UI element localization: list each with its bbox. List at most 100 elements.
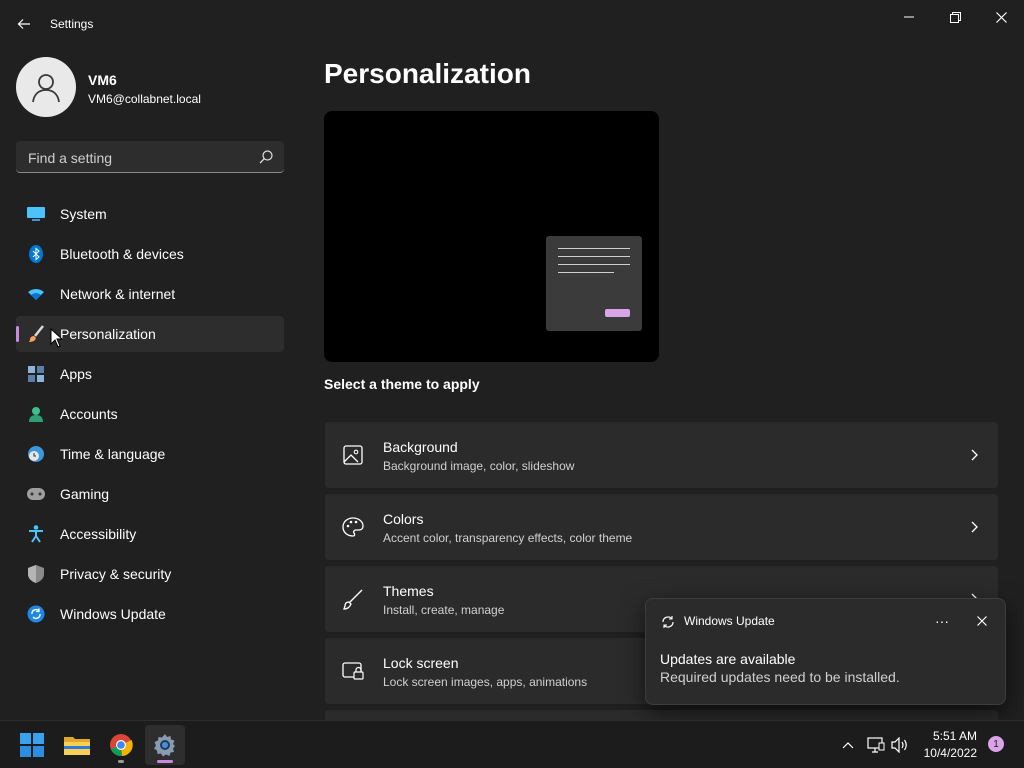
search-box[interactable] — [16, 141, 284, 173]
card-title: Colors — [383, 511, 424, 527]
chrome-icon — [110, 734, 133, 757]
volume-button[interactable] — [890, 735, 910, 755]
network-status-button[interactable] — [866, 735, 886, 755]
clock-time[interactable]: 5:51 AM — [933, 729, 977, 743]
running-indicator — [118, 760, 124, 763]
sidebar-item-accounts[interactable]: Accounts — [16, 396, 284, 432]
chrome-button[interactable] — [101, 725, 141, 765]
back-arrow-icon — [17, 19, 30, 29]
preview-line — [558, 264, 630, 265]
pen-brush-icon — [341, 587, 365, 611]
speaker-icon — [891, 737, 907, 753]
sidebar-item-time-language[interactable]: Time & language — [16, 436, 284, 472]
avatar[interactable] — [16, 57, 76, 117]
minimize-icon — [904, 16, 914, 18]
palette-icon — [341, 515, 365, 539]
close-icon — [995, 11, 1007, 23]
notification-count-badge[interactable]: 1 — [988, 736, 1004, 752]
clock-globe-icon — [26, 444, 46, 464]
user-name: VM6 — [88, 72, 117, 88]
user-icon — [32, 74, 60, 103]
card-title: Themes — [383, 583, 434, 599]
active-indicator — [157, 760, 173, 763]
user-email: VM6@collabnet.local — [88, 92, 201, 106]
preview-line — [558, 256, 630, 257]
toast-app-name: Windows Update — [684, 614, 775, 628]
selection-indicator — [16, 326, 19, 342]
sidebar-item-system[interactable]: System — [16, 196, 284, 232]
close-button[interactable] — [978, 6, 1024, 28]
toast-heading: Updates are available — [660, 651, 796, 667]
wifi-icon — [26, 284, 46, 304]
minimize-button[interactable] — [886, 6, 932, 28]
back-button[interactable] — [12, 12, 36, 36]
accessibility-icon — [26, 524, 46, 544]
preview-line — [558, 272, 614, 273]
show-hidden-icons-button[interactable] — [838, 735, 858, 755]
preview-window — [546, 236, 642, 331]
app-title: Settings — [50, 17, 94, 31]
sidebar-item-bluetooth-devices[interactable]: Bluetooth & devices — [16, 236, 284, 272]
start-button[interactable] — [12, 725, 52, 765]
sidebar-nav: System Bluetooth & devices Network & int… — [16, 196, 284, 636]
sidebar-item-label: Time & language — [60, 446, 166, 462]
sidebar-item-label: Network & internet — [60, 286, 176, 302]
file-explorer-button[interactable] — [57, 725, 97, 765]
update-icon — [662, 616, 674, 628]
preview-line — [558, 248, 630, 249]
sidebar-item-label: System — [60, 206, 107, 222]
picture-icon — [341, 443, 365, 467]
sidebar-item-privacy-security[interactable]: Privacy & security — [16, 556, 284, 592]
background-card[interactable]: Background Background image, color, slid… — [325, 422, 998, 488]
chevron-up-icon — [842, 742, 854, 749]
restore-button[interactable] — [932, 6, 978, 28]
chevron-right-icon — [971, 449, 978, 461]
network-icon — [867, 737, 885, 753]
settings-icon — [154, 734, 175, 757]
card-title: Background — [383, 439, 458, 455]
settings-taskbar-button[interactable] — [145, 725, 185, 765]
title-bar: Settings — [0, 0, 1024, 48]
update-notification-toast[interactable]: Windows Update ··· Updates are available… — [645, 598, 1006, 705]
colors-card[interactable]: Colors Accent color, transparency effect… — [325, 494, 998, 560]
preview-accent-button — [605, 309, 630, 317]
sidebar-item-label: Windows Update — [60, 606, 166, 622]
theme-section-label: Select a theme to apply — [324, 376, 480, 392]
card-title: Lock screen — [383, 655, 459, 671]
start-icon — [20, 733, 44, 757]
chevron-right-icon — [971, 521, 978, 533]
update-icon — [26, 604, 46, 624]
system-icon — [26, 204, 46, 224]
sidebar-item-apps[interactable]: Apps — [16, 356, 284, 392]
brush-icon — [26, 324, 46, 344]
gamepad-icon — [26, 484, 46, 504]
sidebar-item-label: Bluetooth & devices — [60, 246, 184, 262]
sidebar-item-accessibility[interactable]: Accessibility — [16, 516, 284, 552]
sidebar-item-label: Gaming — [60, 486, 110, 502]
file-explorer-icon — [64, 737, 90, 755]
taskbar: 5:51 AM 10/4/2022 — [0, 720, 1024, 768]
sidebar-item-gaming[interactable]: Gaming — [16, 476, 284, 512]
sidebar-item-label: Accessibility — [60, 526, 137, 542]
lock-screen-icon — [341, 659, 365, 683]
card-subtitle: Background image, color, slideshow — [383, 459, 575, 473]
sidebar-item-windows-update[interactable]: Windows Update — [16, 596, 284, 632]
sidebar-item-label: Personalization — [60, 326, 156, 342]
shield-icon — [26, 564, 46, 584]
sidebar-item-label: Apps — [60, 366, 92, 382]
search-icon[interactable] — [258, 149, 274, 165]
sidebar-item-network-internet[interactable]: Network & internet — [16, 276, 284, 312]
accounts-icon — [26, 404, 46, 424]
clock-date[interactable]: 10/4/2022 — [924, 746, 977, 760]
toast-close-button[interactable] — [970, 609, 994, 633]
search-input[interactable] — [26, 147, 250, 169]
apps-icon — [26, 364, 46, 384]
more-options-button[interactable]: ··· — [930, 609, 954, 633]
mouse-cursor-icon — [50, 328, 64, 348]
toast-body: Required updates need to be installed. — [660, 669, 900, 685]
close-icon — [977, 616, 987, 626]
card-subtitle: Lock screen images, apps, animations — [383, 675, 588, 689]
sidebar-item-label: Accounts — [60, 406, 118, 422]
page-title: Personalization — [324, 58, 531, 89]
sidebar-item-label: Privacy & security — [60, 566, 172, 582]
